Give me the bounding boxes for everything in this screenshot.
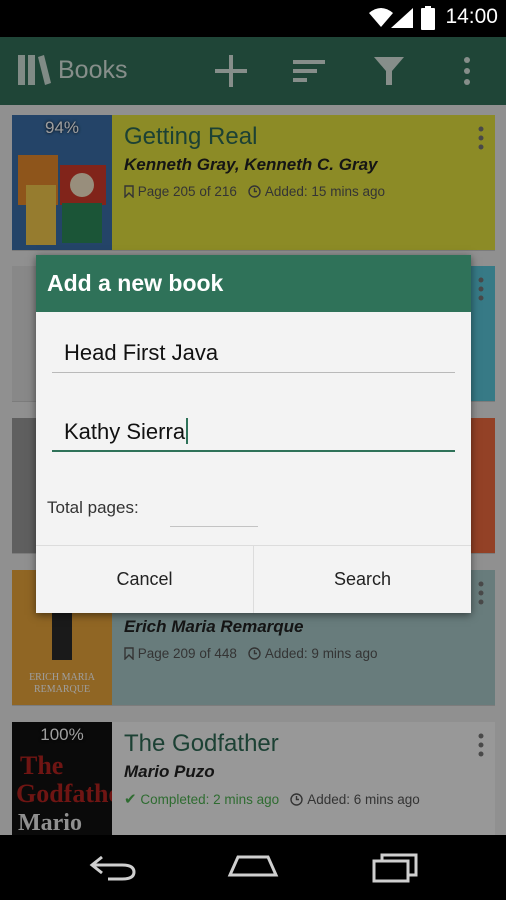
author-input[interactable]: Kathy Sierra <box>52 406 455 452</box>
cancel-button[interactable]: Cancel <box>36 546 254 613</box>
dialog-button-row: Cancel Search <box>36 545 471 613</box>
author-value: Kathy Sierra <box>64 419 186 444</box>
signal-icon <box>391 8 413 28</box>
back-icon[interactable] <box>88 851 138 883</box>
book-title-input[interactable]: Head First Java <box>52 328 455 373</box>
status-time: 14:00 <box>445 5 498 28</box>
text-cursor <box>186 418 189 444</box>
status-bar: 14:00 <box>0 0 506 37</box>
dialog-title: Add a new book <box>36 255 471 312</box>
battery-icon <box>421 6 435 30</box>
recents-icon[interactable] <box>370 851 422 883</box>
search-button[interactable]: Search <box>254 546 471 613</box>
add-book-dialog: Add a new book Head First Java Kathy Sie… <box>36 255 471 613</box>
book-title-value: Head First Java <box>64 340 219 365</box>
home-icon[interactable] <box>226 851 280 883</box>
navigation-bar <box>0 835 506 900</box>
total-pages-input[interactable] <box>170 506 258 527</box>
total-pages-label: Total pages: <box>47 498 139 517</box>
